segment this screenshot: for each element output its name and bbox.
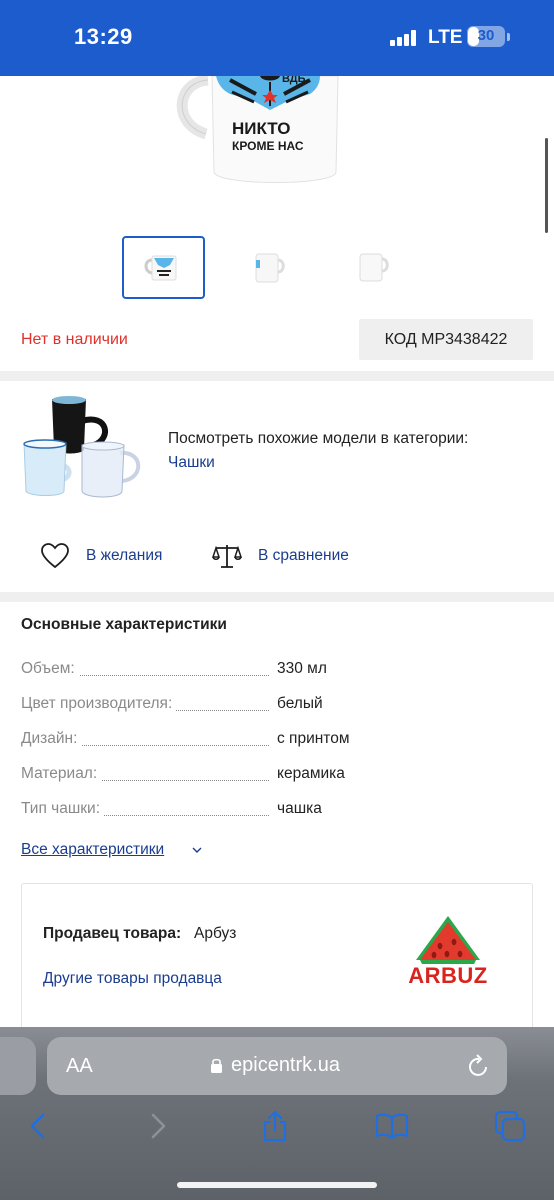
home-indicator <box>177 1182 377 1188</box>
product-main-image[interactable]: ВДБ НИКТО КРОМЕ НАС <box>170 76 350 188</box>
specs-title: Основные характеристики <box>21 616 227 633</box>
compare-label: В сравнение <box>258 547 349 564</box>
spec-row: Дизайн: с принтом <box>21 730 533 752</box>
spec-value: с принтом <box>277 730 350 747</box>
scroll-indicator <box>545 138 548 233</box>
mug-print-vdb: ВДБ <box>282 76 306 85</box>
seller-other-products-link[interactable]: Другие товары продавца <box>43 970 222 988</box>
mug-print-line1: НИКТО <box>232 119 290 138</box>
compare-button[interactable]: В сравнение <box>212 541 349 571</box>
browser-toolbar: AA epicentrk.ua <box>0 1027 554 1200</box>
address-bar[interactable]: AA epicentrk.ua <box>47 1037 507 1095</box>
thumbnail-1[interactable] <box>122 236 205 299</box>
spec-label: Дизайн: <box>21 730 82 748</box>
forward-icon[interactable] <box>141 1109 175 1143</box>
status-time: 13:29 <box>74 24 133 49</box>
seller-name: Арбуз <box>194 925 237 942</box>
share-icon[interactable] <box>258 1109 292 1143</box>
spec-label: Тип чашки: <box>21 800 105 818</box>
spec-label: Материал: <box>21 765 102 783</box>
spec-value: керамика <box>277 765 345 782</box>
thumbnail-1-image <box>144 255 177 281</box>
thumbnail-3-image <box>359 253 389 282</box>
spec-value: 330 мл <box>277 660 327 677</box>
spec-label: Цвет производителя: <box>21 695 177 713</box>
product-code-box: КОД MP3438422 <box>359 319 533 360</box>
network-type: LTE <box>428 27 463 48</box>
all-specs-link[interactable]: Все характеристики <box>21 841 164 859</box>
scales-icon <box>212 545 242 568</box>
chevron-down-icon[interactable] <box>191 845 203 855</box>
battery-icon: 30 <box>467 26 505 47</box>
product-page: 13:29 LTE 30 ВДБ НИКТО КРОМЕ НАС Нет в н… <box>0 0 554 1200</box>
section-divider <box>0 592 554 602</box>
lock-icon <box>211 1058 222 1073</box>
thumbnail-2[interactable] <box>225 236 308 299</box>
wishlist-label: В желания <box>86 547 163 564</box>
product-code: КОД MP3438422 <box>384 331 508 348</box>
status-bar: 13:29 LTE 30 <box>0 0 554 76</box>
similar-category-image[interactable] <box>20 393 145 503</box>
thumbnail-2-image <box>255 253 285 283</box>
url-text[interactable]: epicentrk.ua <box>231 1054 340 1077</box>
spec-label: Объем: <box>21 660 79 678</box>
mug-print-line2: КРОМЕ НАС <box>232 139 304 153</box>
seller-card: Продавец товара: Арбуз Другие товары про… <box>21 883 533 1043</box>
reader-settings-button[interactable]: AA <box>66 1055 93 1078</box>
seller-logo-text: ARBUZ <box>408 963 488 988</box>
seller-title: Продавец товара: <box>43 925 182 942</box>
heart-icon <box>41 543 69 569</box>
spec-value: чашка <box>277 800 322 817</box>
reload-icon[interactable] <box>467 1053 491 1079</box>
back-icon[interactable] <box>21 1109 55 1143</box>
stock-status: Нет в наличии <box>21 331 128 348</box>
similar-category-link[interactable]: Чашки <box>168 454 215 472</box>
spec-row: Цвет производителя: белый <box>21 695 533 717</box>
similar-models-text: Посмотреть похожие модели в категории: <box>168 430 469 447</box>
previous-tab[interactable] <box>0 1037 36 1095</box>
section-divider <box>0 371 554 381</box>
spec-row: Материал: керамика <box>21 765 533 787</box>
spec-row: Объем: 330 мл <box>21 660 533 682</box>
thumbnail-3[interactable] <box>330 236 413 299</box>
wishlist-button[interactable]: В желания <box>40 541 162 571</box>
spec-value: белый <box>277 695 323 712</box>
battery-level: 30 <box>477 27 495 44</box>
signal-icon <box>390 30 420 46</box>
spec-row: Тип чашки: чашка <box>21 800 533 822</box>
battery-nub <box>507 33 510 41</box>
tabs-icon[interactable] <box>493 1109 527 1143</box>
bookmarks-icon[interactable] <box>375 1109 409 1143</box>
